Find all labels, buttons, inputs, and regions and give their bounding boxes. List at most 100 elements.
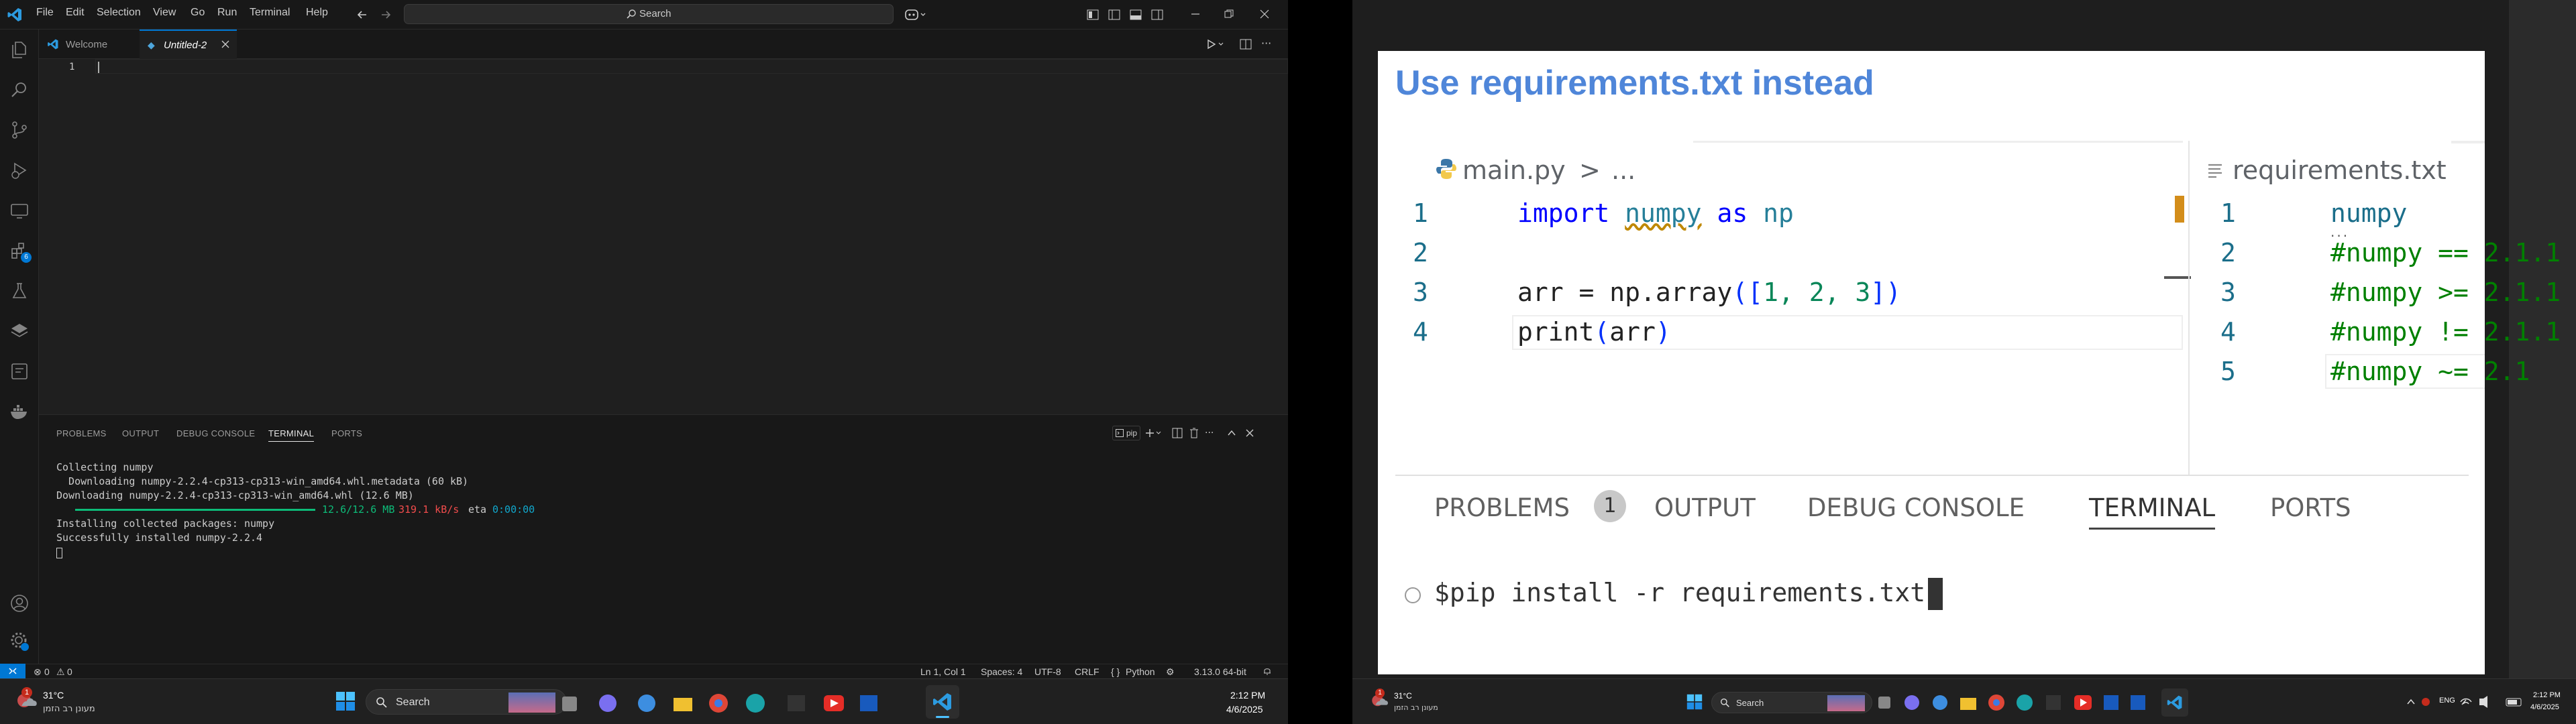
remote-indicator[interactable] <box>0 664 25 678</box>
panel-tab-terminal[interactable]: TERMINAL <box>268 428 315 442</box>
warning-count[interactable]: 0 <box>67 666 72 677</box>
search-icon <box>376 697 388 709</box>
panel-actions-icons[interactable]: ··· <box>1146 427 1280 439</box>
taskbar-search[interactable]: Search <box>1711 692 1872 713</box>
tab-untitled-2[interactable]: ◆ Untitled-2 <box>140 29 237 59</box>
remote-explorer-icon[interactable] <box>9 200 30 221</box>
command-center[interactable]: Search <box>404 4 894 24</box>
problems-badge: 1 <box>1594 490 1626 522</box>
activity-bar: 6 <box>0 29 39 670</box>
menu-file[interactable]: File <box>36 7 54 19</box>
progress-eta-label: eta <box>468 503 487 516</box>
panel-tab-ports[interactable]: PORTS <box>331 428 362 438</box>
python-interpreter[interactable]: 3.13.0 64-bit <box>1194 666 1246 677</box>
module-numpy: numpy <box>1625 198 1702 228</box>
search-highlight-image <box>508 692 555 713</box>
account-icon[interactable] <box>9 593 30 614</box>
indentation[interactable]: Spaces: 4 <box>981 666 1022 677</box>
menu-view[interactable]: View <box>153 7 176 19</box>
terminal-line: Collecting numpy <box>56 461 154 473</box>
editor-area[interactable]: 1 <box>39 59 1288 414</box>
taskbar-search[interactable]: Search <box>366 689 567 715</box>
menu-selection[interactable]: Selection <box>97 7 141 19</box>
search-sidebar-icon[interactable] <box>9 79 30 101</box>
cursor-position[interactable]: Ln 1, Col 1 <box>920 666 966 677</box>
editor-split-divider <box>2188 141 2190 475</box>
forward-arrow-icon[interactable] <box>379 8 392 21</box>
req-line-number: 4 <box>2220 317 2236 347</box>
docker-icon[interactable] <box>9 401 30 422</box>
slide-terminal-command: $pip install -r requirements.txt <box>1434 578 1926 607</box>
search-icon <box>626 9 637 19</box>
panel-tab-output[interactable]: OUTPUT <box>122 428 159 438</box>
extensions-icon[interactable]: 6 <box>9 240 32 263</box>
more-actions-icon[interactable]: ··· <box>1261 37 1271 50</box>
menu-help[interactable]: Help <box>306 7 328 19</box>
network-volume-battery-icons[interactable] <box>2459 695 2540 709</box>
start-windows-icon[interactable] <box>335 691 356 711</box>
terminal-instance[interactable]: pip <box>1112 426 1140 440</box>
menu-go[interactable]: Go <box>191 7 205 19</box>
alias-np: np <box>1763 198 1794 228</box>
back-arrow-icon[interactable] <box>356 8 369 21</box>
panel-tab-problems[interactable]: PROBLEMS <box>56 428 107 438</box>
monitor-gap <box>1288 0 1352 724</box>
panel-tab-debug-console[interactable]: DEBUG CONSOLE <box>176 428 255 438</box>
vscode-taskbar-button[interactable] <box>2161 688 2188 717</box>
tab-close-icon[interactable] <box>221 40 229 48</box>
run-debug-icon[interactable] <box>9 160 30 181</box>
tab-welcome[interactable]: Welcome <box>39 29 140 59</box>
clock-time[interactable]: 2:12 PM <box>1230 690 1265 701</box>
req-file-name: requirements.txt <box>2233 156 2447 185</box>
explorer-icon[interactable] <box>9 39 30 60</box>
bottom-panel: PROBLEMS OUTPUT DEBUG CONSOLE TERMINAL P… <box>39 414 1288 670</box>
req-line-3: #numpy >= 2.1.1 <box>2330 278 2561 307</box>
menu-edit[interactable]: Edit <box>66 7 85 19</box>
vscode-taskbar-button[interactable] <box>926 685 959 719</box>
weather-icon[interactable]: 1 <box>15 687 38 710</box>
python-interpreter-icon: ⚙ <box>1166 666 1175 677</box>
source-control-icon[interactable] <box>9 119 30 141</box>
clock-date[interactable]: 4/6/2025 <box>2530 703 2559 711</box>
notifications-bell-icon[interactable] <box>1263 666 1272 676</box>
menu-terminal[interactable]: Terminal <box>250 7 290 19</box>
clock-time[interactable]: 2:12 PM <box>2533 691 2561 699</box>
weather-icon[interactable]: 1 <box>1370 688 1389 709</box>
python-env-icon[interactable] <box>9 361 30 382</box>
code-bracket: ) <box>1655 317 1671 347</box>
taskbar-apps <box>559 690 962 717</box>
language-mode[interactable]: Python <box>1126 666 1155 677</box>
language-indicator[interactable]: ENG <box>2439 697 2455 705</box>
testing-icon[interactable] <box>9 280 30 302</box>
weather-desc: מעונן רב הזמן <box>1394 703 1438 712</box>
breadcrumb-rest: ... <box>1611 156 1636 185</box>
system-tray-icons[interactable] <box>2406 697 2432 707</box>
code-line-3: arr = np.array([1, 2, 3]) <box>1517 278 1901 307</box>
warning-icon[interactable]: ⚠ <box>56 666 65 678</box>
req-line-1: numpy <box>2330 198 2408 228</box>
manage-gear-icon[interactable] <box>9 630 30 652</box>
error-count[interactable]: 0 <box>44 666 50 677</box>
minimize-icon[interactable] <box>1191 9 1200 19</box>
close-icon[interactable] <box>1260 9 1269 19</box>
start-windows-icon[interactable] <box>1686 694 1703 710</box>
copilot-icon[interactable] <box>904 7 927 22</box>
download-progress-bar <box>75 509 315 511</box>
slide-tab-debug-console: DEBUG CONSOLE <box>1807 493 2025 522</box>
split-editor-icon[interactable] <box>1240 38 1252 50</box>
scroll-shadow <box>2451 141 2485 143</box>
clock-date[interactable]: 4/6/2025 <box>1226 704 1263 715</box>
terminal-icon <box>1116 429 1124 437</box>
layout-icons[interactable] <box>1087 9 1167 21</box>
presentation-monitor: Use requirements.txt instead main.py > .… <box>1352 0 2576 724</box>
run-file-icon[interactable] <box>1206 38 1226 50</box>
title-bar: File Edit Selection View Go Run Terminal… <box>0 0 1288 29</box>
encoding[interactable]: UTF-8 <box>1034 666 1061 677</box>
layers-icon[interactable] <box>9 320 30 342</box>
error-icon[interactable]: ⊗ <box>34 666 42 678</box>
code-bracket: ]) <box>1870 278 1901 307</box>
line-ending[interactable]: CRLF <box>1075 666 1099 677</box>
restore-icon[interactable] <box>1224 9 1234 19</box>
menu-run[interactable]: Run <box>217 7 237 19</box>
vscode-tab-icon <box>47 38 59 50</box>
